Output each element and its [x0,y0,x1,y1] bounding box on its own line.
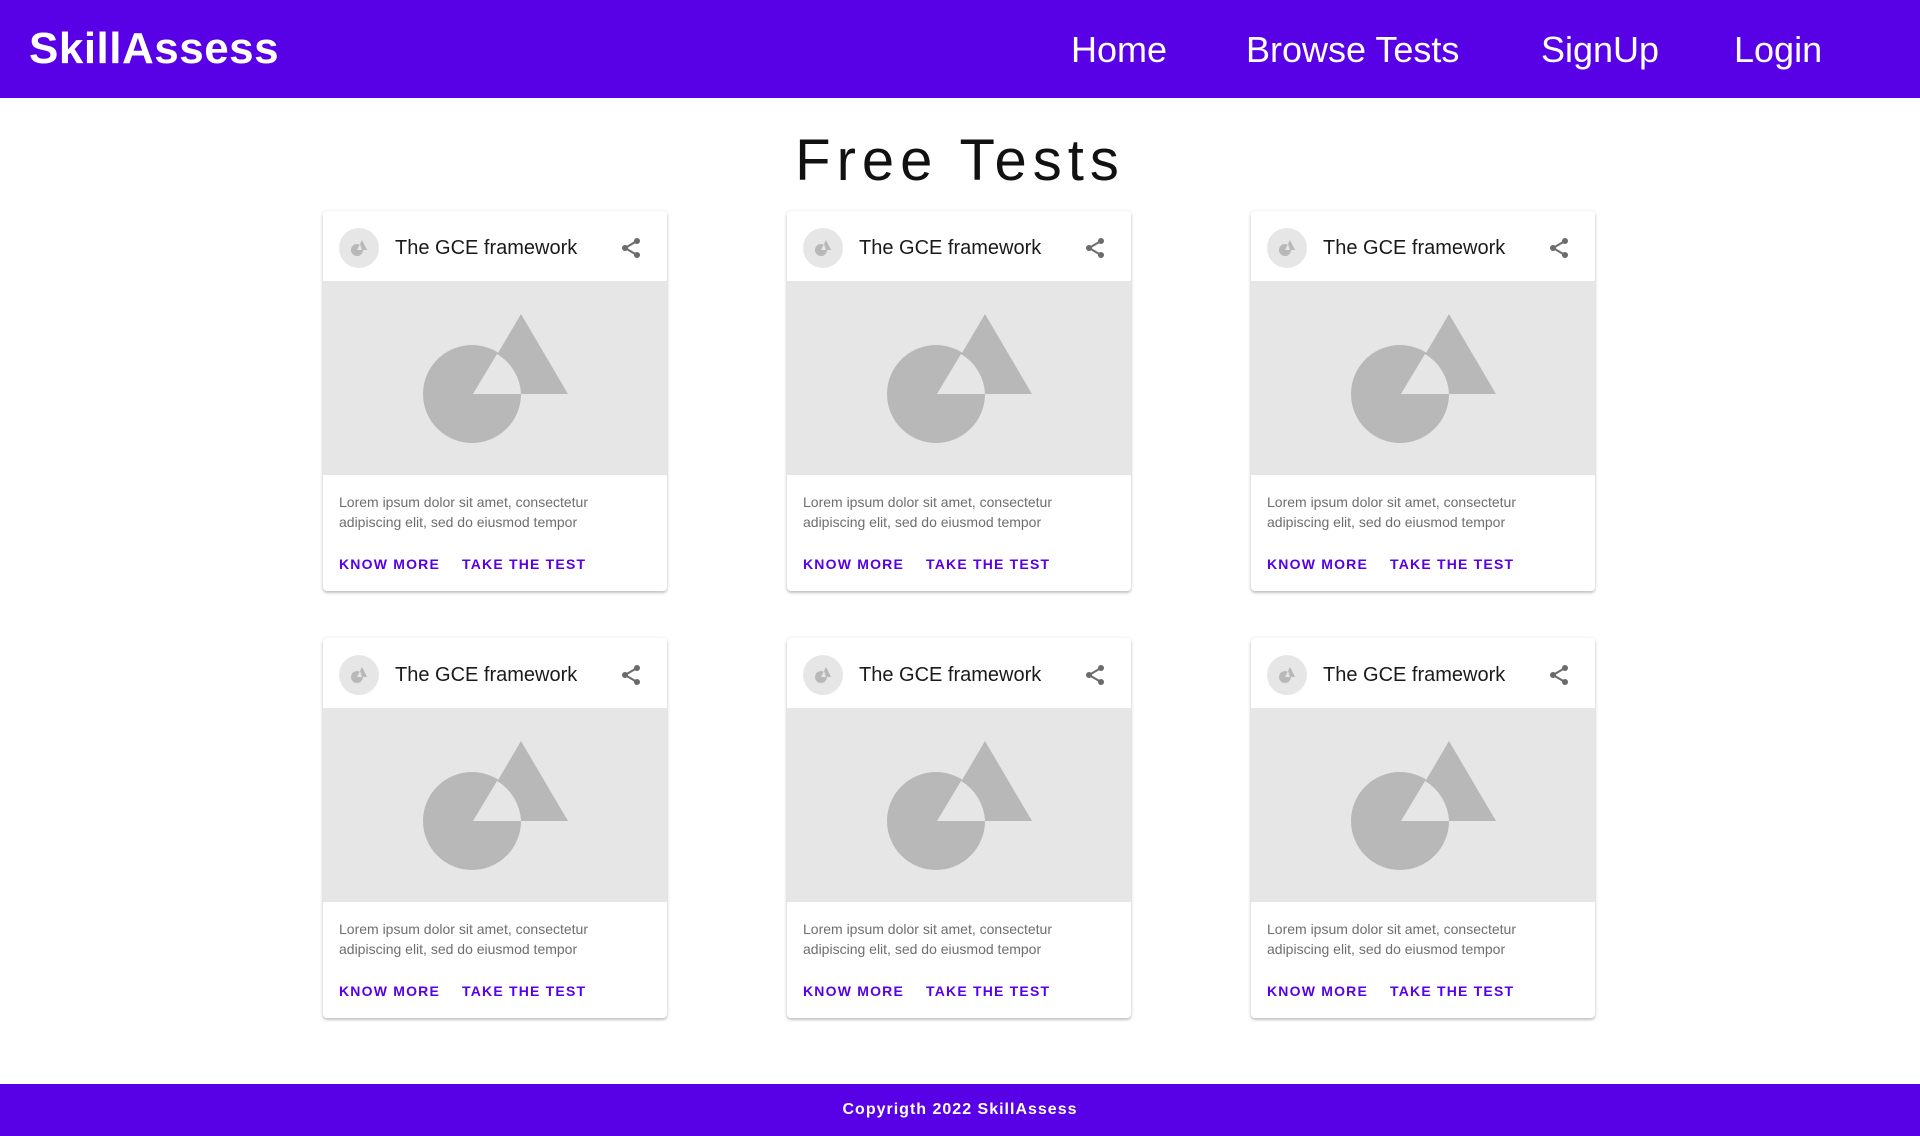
card-title: The GCE framework [395,237,578,259]
card-title: The GCE framework [1323,664,1506,686]
share-icon[interactable] [619,236,643,260]
shapes-icon [339,655,379,695]
footer: Copyrigth 2022 SkillAssess [0,1084,1920,1136]
image-placeholder-icon [787,281,1131,475]
share-icon[interactable] [1547,236,1571,260]
card-header: The GCE framework [1251,638,1595,708]
nav-link-signup[interactable]: SignUp [1541,0,1659,98]
page-title: Free Tests [795,128,1125,193]
take-test-button[interactable]: TAKE THE TEST [926,554,1050,574]
share-icon[interactable] [1547,663,1571,687]
nav-link-browse-tests[interactable]: Browse Tests [1246,0,1459,98]
image-placeholder-icon [323,281,667,475]
shapes-icon [1267,655,1307,695]
card-description: Lorem ipsum dolor sit amet, consectetur … [803,921,1052,957]
footer-copyright: Copyrigth 2022 SkillAssess [842,1101,1078,1118]
card-header: The GCE framework [323,638,667,708]
card-description: Lorem ipsum dolor sit amet, consectetur … [339,494,588,530]
image-placeholder-icon [1251,708,1595,902]
know-more-button[interactable]: KNOW MORE [1267,981,1368,1001]
nav-link-login[interactable]: Login [1734,0,1822,98]
take-test-button[interactable]: TAKE THE TEST [1390,981,1514,1001]
card-title: The GCE framework [859,237,1042,259]
share-icon[interactable] [1083,236,1107,260]
card-header: The GCE framework [323,211,667,281]
test-card-5: The GCE framework Lorem ipsum dolor sit … [787,638,1131,1018]
card-header: The GCE framework [787,211,1131,281]
image-placeholder-icon [323,708,667,902]
know-more-button[interactable]: KNOW MORE [339,981,440,1001]
know-more-button[interactable]: KNOW MORE [1267,554,1368,574]
nav-link-home[interactable]: Home [1071,0,1167,98]
card-title: The GCE framework [859,664,1042,686]
take-test-button[interactable]: TAKE THE TEST [462,981,586,1001]
card-description: Lorem ipsum dolor sit amet, consectetur … [803,494,1052,530]
top-navbar: SkillAssess Home Browse Tests SignUp Log… [0,0,1920,98]
share-icon[interactable] [619,663,643,687]
card-description: Lorem ipsum dolor sit amet, consectetur … [1267,494,1516,530]
card-header: The GCE framework [787,638,1131,708]
test-card-2: The GCE framework Lorem ipsum dolor sit … [787,211,1131,591]
take-test-button[interactable]: TAKE THE TEST [926,981,1050,1001]
shapes-icon [803,655,843,695]
know-more-button[interactable]: KNOW MORE [339,554,440,574]
card-description: Lorem ipsum dolor sit amet, consectetur … [339,921,588,957]
take-test-button[interactable]: TAKE THE TEST [462,554,586,574]
test-card-6: The GCE framework Lorem ipsum dolor sit … [1251,638,1595,1018]
test-card-1: The GCE framework Lorem ipsum dolor sit … [323,211,667,591]
shapes-icon [803,228,843,268]
image-placeholder-icon [787,708,1131,902]
image-placeholder-icon [1251,281,1595,475]
test-card-4: The GCE framework Lorem ipsum dolor sit … [323,638,667,1018]
card-description: Lorem ipsum dolor sit amet, consectetur … [1267,921,1516,957]
share-icon[interactable] [1083,663,1107,687]
test-card-3: The GCE framework Lorem ipsum dolor sit … [1251,211,1595,591]
shapes-icon [339,228,379,268]
shapes-icon [1267,228,1307,268]
card-header: The GCE framework [1251,211,1595,281]
brand-logo[interactable]: SkillAssess [29,0,279,98]
know-more-button[interactable]: KNOW MORE [803,981,904,1001]
take-test-button[interactable]: TAKE THE TEST [1390,554,1514,574]
know-more-button[interactable]: KNOW MORE [803,554,904,574]
card-title: The GCE framework [395,664,578,686]
card-title: The GCE framework [1323,237,1506,259]
